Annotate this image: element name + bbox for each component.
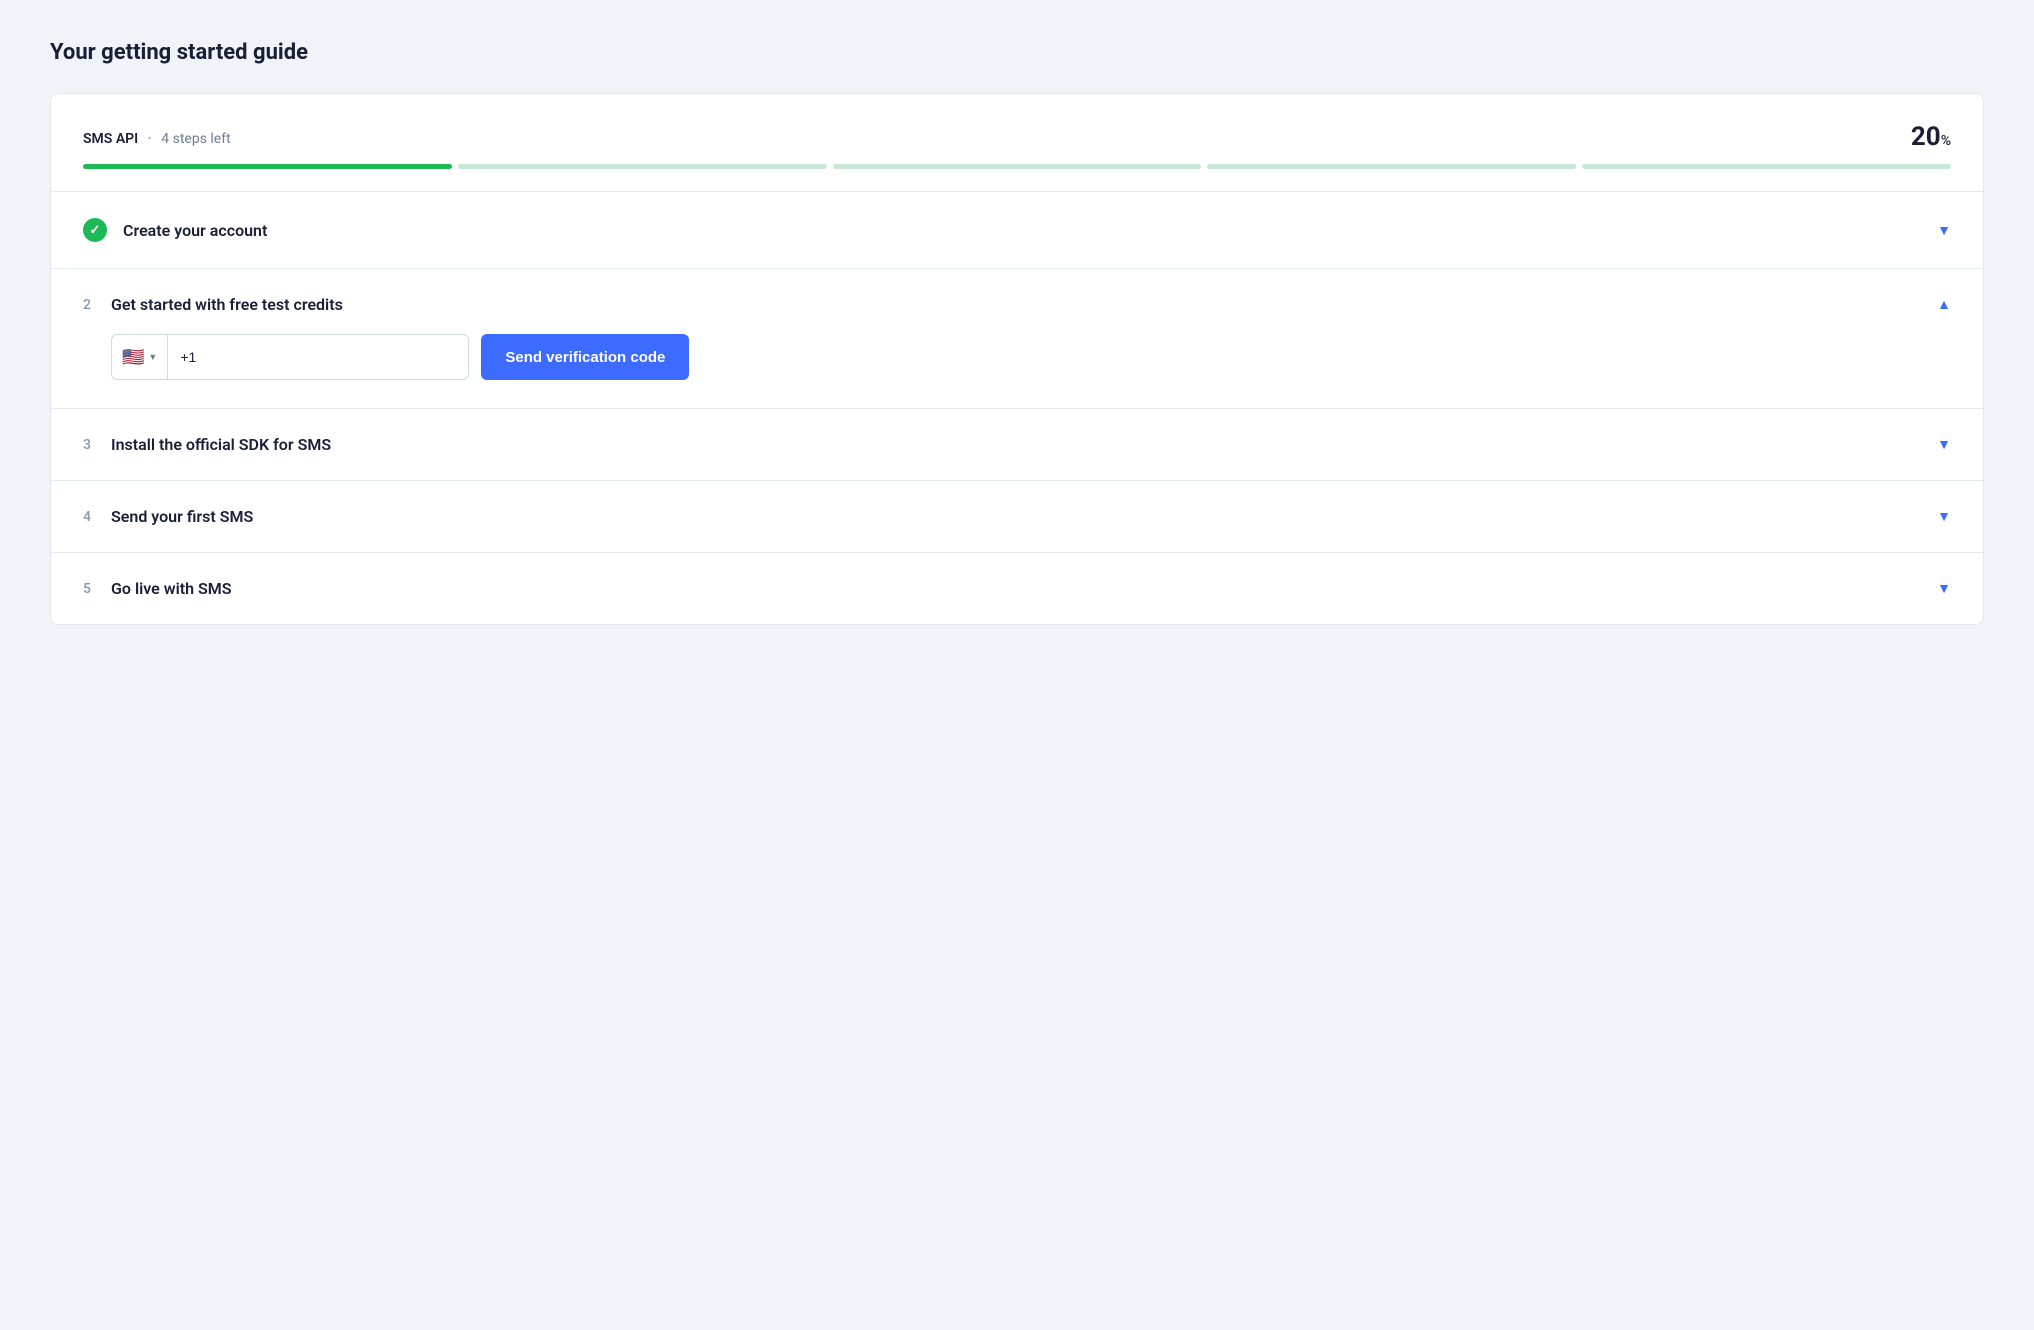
chevron-down-icon: ▼ (1937, 580, 1951, 597)
step-4-title: Send your first SMS (111, 507, 253, 526)
progress-bar (83, 164, 1951, 169)
phone-input-wrapper: 🇺🇸 ▼ (111, 334, 469, 380)
step-5-title: Go live with SMS (111, 579, 232, 598)
separator: · (148, 131, 152, 147)
progress-percent: 20% (1911, 122, 1951, 152)
progress-label: SMS API · 4 steps left (83, 128, 231, 147)
api-label: SMS API (83, 131, 138, 147)
step-go-live[interactable]: 5 Go live with SMS ▼ (51, 553, 1983, 624)
chevron-down-icon: ▼ (1937, 222, 1951, 239)
step-4-number: 4 (83, 509, 95, 525)
chevron-down-icon: ▼ (1937, 508, 1951, 525)
phone-input-row: 🇺🇸 ▼ Send verification code (111, 334, 1951, 380)
step-5-number: 5 (83, 581, 95, 597)
send-verification-button[interactable]: Send verification code (481, 334, 689, 380)
step-2-body: 🇺🇸 ▼ Send verification code (51, 334, 1983, 408)
getting-started-card: SMS API · 4 steps left 20% Create your a… (50, 93, 1984, 625)
flag-chevron-icon: ▼ (148, 352, 157, 363)
progress-section: SMS API · 4 steps left 20% (51, 94, 1983, 192)
progress-header: SMS API · 4 steps left 20% (83, 122, 1951, 152)
progress-segment-3 (833, 164, 1202, 169)
completed-icon (83, 218, 107, 242)
step-2-title: Get started with free test credits (111, 295, 343, 314)
step-3-title: Install the official SDK for SMS (111, 435, 331, 454)
chevron-up-icon: ▲ (1937, 296, 1951, 313)
step-2-header[interactable]: 2 Get started with free test credits ▲ (51, 269, 1983, 334)
flag-emoji: 🇺🇸 (122, 347, 144, 368)
chevron-down-icon: ▼ (1937, 436, 1951, 453)
progress-segment-5 (1582, 164, 1951, 169)
progress-segment-1 (83, 164, 452, 169)
step-3-number: 3 (83, 437, 95, 453)
flag-selector[interactable]: 🇺🇸 ▼ (112, 335, 168, 379)
step-free-credits: 2 Get started with free test credits ▲ 🇺… (51, 269, 1983, 409)
step-2-number: 2 (83, 297, 95, 313)
step-create-account[interactable]: Create your account ▼ (51, 192, 1983, 269)
phone-input[interactable] (168, 349, 468, 365)
steps-left: 4 steps left (161, 131, 230, 147)
step-install-sdk[interactable]: 3 Install the official SDK for SMS ▼ (51, 409, 1983, 481)
progress-segment-4 (1207, 164, 1576, 169)
step-send-first-sms[interactable]: 4 Send your first SMS ▼ (51, 481, 1983, 553)
step-1-title: Create your account (123, 221, 267, 240)
page-title: Your getting started guide (50, 40, 1984, 65)
progress-segment-2 (458, 164, 827, 169)
